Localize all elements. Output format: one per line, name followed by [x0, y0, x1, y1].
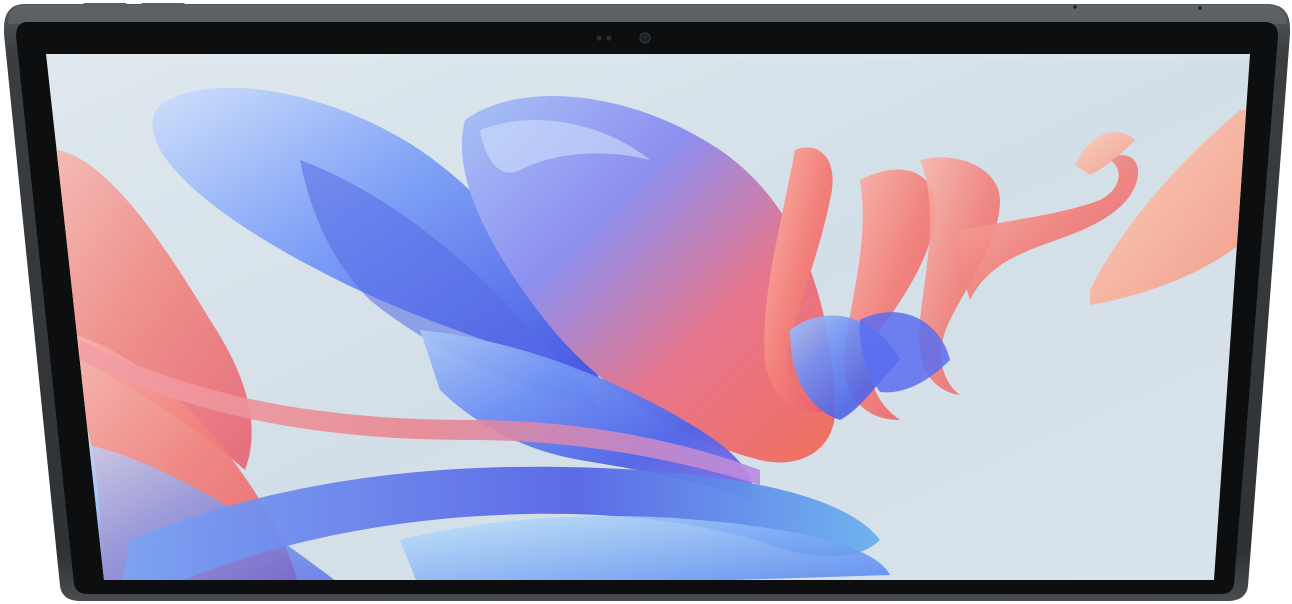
volume-down-button[interactable]: [140, 3, 186, 9]
front-camera-lens: [643, 36, 647, 40]
frame-top-edge: [8, 5, 1287, 24]
tablet-illustration: [4, 3, 1290, 601]
tablet-device: [0, 0, 1292, 604]
ambient-light-sensor: [596, 35, 602, 41]
screen: [46, 54, 1250, 580]
ambient-light-sensor-2: [606, 35, 612, 41]
product-stage: [0, 0, 1292, 604]
top-mic-hole: [1073, 5, 1077, 9]
volume-up-button[interactable]: [82, 3, 128, 9]
top-speaker-hole: [1198, 6, 1202, 10]
screen-glass-reflection: [46, 54, 1250, 62]
